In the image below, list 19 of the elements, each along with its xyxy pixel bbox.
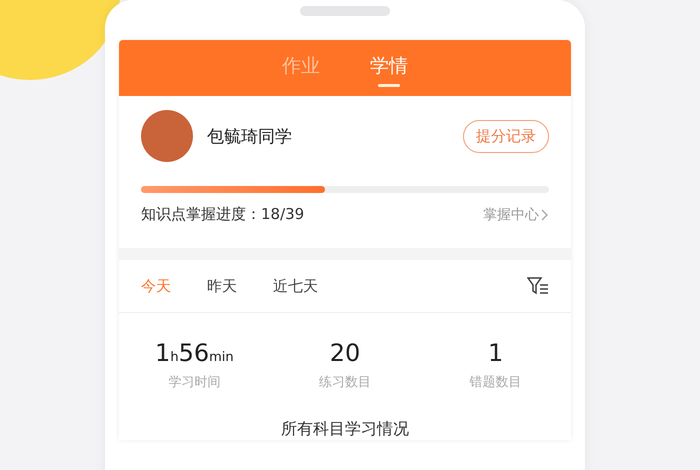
chevron-icon — [541, 208, 549, 220]
section-title: 所有科目学习情况 — [281, 419, 409, 440]
stat-label: 学习时间 — [168, 374, 220, 391]
stat-value: 20 — [330, 339, 360, 367]
tab[interactable]: 学情 — [366, 49, 412, 87]
tab[interactable]: 作业 — [278, 49, 324, 87]
stat-label: 练习数目 — [318, 374, 371, 391]
filter-icon[interactable] — [527, 276, 549, 296]
score-record-button[interactable]: 提分记录 — [463, 120, 549, 152]
stat-value: 1 — [488, 339, 504, 367]
mastery-center-link[interactable]: 掌握中心 — [483, 206, 549, 224]
progress-label: 知识点掌握进度：18/39 — [141, 205, 306, 224]
period-tab[interactable]: 今天 — [141, 276, 171, 296]
stat-value: 1 h 56min — [155, 339, 234, 367]
avatar — [141, 110, 193, 162]
period-tab[interactable]: 近七天 — [273, 276, 318, 296]
stat-label: 错题数目 — [470, 374, 522, 391]
student-name: 包毓琦同学 — [207, 126, 293, 148]
period-tab[interactable]: 昨天 — [207, 276, 237, 296]
